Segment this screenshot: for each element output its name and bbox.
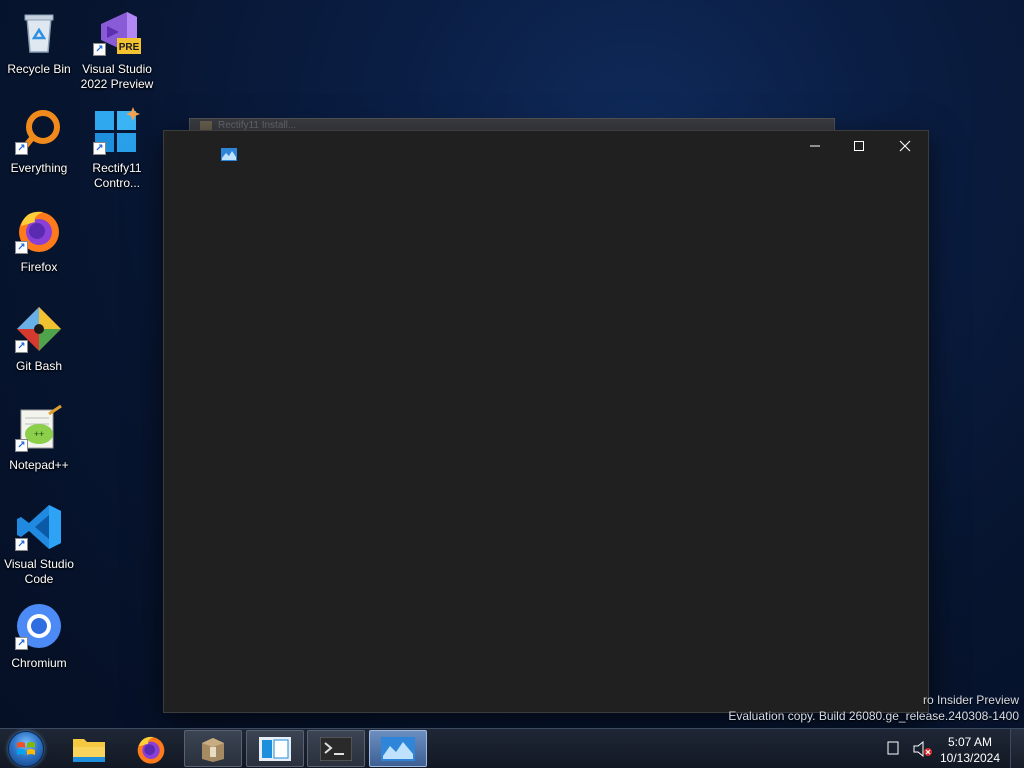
- taskbar-clock[interactable]: 5:07 AM 10/13/2024: [938, 734, 1002, 766]
- maximize-button[interactable]: [836, 131, 882, 161]
- desktop-icon-vscode[interactable]: ↗ Visual Studio Code: [0, 499, 78, 587]
- clock-date: 10/13/2024: [939, 751, 1001, 765]
- volume-button[interactable]: [913, 740, 933, 762]
- desktop-icon-everything[interactable]: ↗ Everything: [0, 103, 78, 176]
- shortcut-arrow-icon: ↗: [15, 439, 28, 452]
- close-button[interactable]: [882, 131, 928, 161]
- visual-studio-preview-icon: PRE ↗: [93, 8, 141, 56]
- terminal-icon: [320, 736, 352, 761]
- clock-time: 5:07 AM: [947, 735, 993, 749]
- watermark-edition: ro Insider Preview: [922, 693, 1019, 707]
- firefox-icon: ↗: [15, 206, 63, 254]
- desktop-icon-label: Notepad++: [9, 458, 69, 472]
- shortcut-arrow-icon: ↗: [15, 637, 28, 650]
- vscode-icon: ↗: [15, 503, 63, 551]
- desktop-icon-git-bash[interactable]: ↗ Git Bash: [0, 301, 78, 374]
- package-icon: [202, 737, 224, 762]
- desktop-icon-label: Everything: [10, 161, 68, 175]
- close-icon: [899, 140, 911, 152]
- shortcut-arrow-icon: ↗: [15, 538, 28, 551]
- volume-muted-icon: [913, 740, 932, 758]
- notepad-plus-plus-icon: ++ ↗: [15, 404, 63, 452]
- recycle-bin-icon: [15, 8, 63, 56]
- taskbar-monitor-app[interactable]: [369, 730, 427, 767]
- firefox-icon: [137, 736, 165, 764]
- shortcut-arrow-icon: ↗: [93, 43, 106, 56]
- git-bash-icon: ↗: [15, 305, 63, 353]
- app-window[interactable]: [163, 130, 929, 713]
- desktop-icon-label: Visual Studio Code: [4, 557, 74, 586]
- desktop-icon-label: Rectify11 Contro...: [92, 161, 142, 190]
- start-button[interactable]: [6, 731, 46, 767]
- desktop-icon-label: Firefox: [20, 260, 58, 274]
- folder-icon: [73, 738, 105, 762]
- rectify11-control-icon: ↗: [93, 107, 141, 155]
- package-icon: [200, 121, 212, 130]
- desktop-icon-rectify11-control[interactable]: ↗ Rectify11 Contro...: [78, 103, 156, 191]
- window-panel-icon: [259, 736, 291, 761]
- notification-square-icon: [887, 741, 899, 755]
- shortcut-arrow-icon: ↗: [15, 241, 28, 254]
- desktop-icon-notepad-plus-plus[interactable]: ++ ↗ Notepad++: [0, 400, 78, 473]
- everything-search-icon: ↗: [15, 107, 63, 155]
- desktop-icon-label: Visual Studio 2022 Preview: [80, 62, 154, 91]
- taskbar-installer[interactable]: [184, 730, 242, 767]
- taskbar-firefox[interactable]: [122, 730, 180, 767]
- chromium-icon: ↗: [15, 602, 63, 650]
- app-monitor-icon: [221, 148, 237, 161]
- desktop-icon-label: Git Bash: [15, 359, 63, 373]
- minimize-button[interactable]: [792, 131, 838, 161]
- shortcut-arrow-icon: ↗: [93, 142, 106, 155]
- svg-text:++: ++: [34, 429, 45, 439]
- show-desktop-button[interactable]: [1010, 729, 1024, 768]
- taskbar-terminal[interactable]: [307, 730, 365, 767]
- maximize-icon: [854, 141, 864, 151]
- desktop-icon-firefox[interactable]: ↗ Firefox: [0, 202, 78, 275]
- desktop-icon-label: Recycle Bin: [7, 62, 71, 76]
- desktop-icon-visual-studio-preview[interactable]: PRE ↗ Visual Studio 2022 Preview: [78, 4, 156, 92]
- taskbar-control-panel[interactable]: [246, 730, 304, 767]
- app-monitor-icon: [381, 736, 415, 761]
- svg-text:PRE: PRE: [119, 42, 140, 53]
- taskbar: 5:07 AM 10/13/2024: [0, 728, 1024, 768]
- minimize-icon: [810, 145, 820, 147]
- shortcut-arrow-icon: ↗: [15, 340, 28, 353]
- desktop-icon-label: Chromium: [11, 656, 67, 670]
- windows-start-orb-icon: [8, 731, 44, 767]
- action-center-button[interactable]: [887, 741, 899, 760]
- desktop-icon-chromium[interactable]: ↗ Chromium: [0, 598, 78, 671]
- watermark-build: Evaluation copy. Build 26080.ge_release.…: [728, 709, 1019, 723]
- desktop-icon-recycle-bin[interactable]: Recycle Bin: [0, 4, 78, 77]
- taskbar-file-explorer[interactable]: [60, 730, 118, 767]
- shortcut-arrow-icon: ↗: [15, 142, 28, 155]
